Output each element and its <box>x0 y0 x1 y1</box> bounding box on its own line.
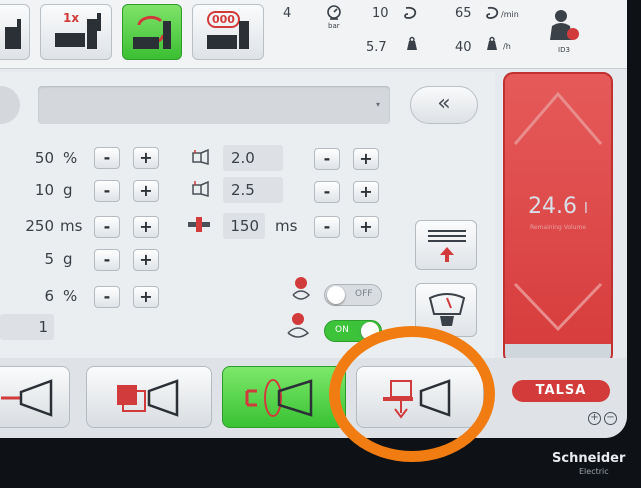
manufacturer-logo: Schneider <box>552 451 626 466</box>
increment-button[interactable]: + <box>133 147 159 169</box>
param-value[interactable]: 1 <box>0 314 54 340</box>
nozzle-pressure-icon <box>192 148 209 165</box>
decrement-button[interactable]: - <box>94 286 120 308</box>
single-cycle-icon <box>55 13 101 49</box>
gauge-readout: 24.6 l <box>505 194 611 219</box>
speed-value: 65 <box>455 6 472 21</box>
double-chevron-left-icon: « <box>437 91 451 116</box>
stop-valve-icon <box>292 277 311 300</box>
decrement-button[interactable]: - <box>314 148 340 170</box>
user-id: ID3 <box>558 46 570 54</box>
param-value[interactable]: 50 <box>14 145 54 171</box>
speed-cycle-icon <box>486 6 499 19</box>
manufacturer-sublogo: Electric <box>579 467 609 476</box>
raise-button[interactable] <box>415 220 477 270</box>
nozzle-flow-icon <box>192 180 209 197</box>
param-unit: % <box>63 287 78 305</box>
collapse-panel-button[interactable]: « <box>410 86 478 124</box>
decrement-button[interactable]: - <box>314 216 340 238</box>
valve-time-unit: ms <box>275 217 298 235</box>
stop-valve-toggle[interactable]: OFF <box>324 284 382 306</box>
increment-button[interactable]: + <box>133 180 159 202</box>
cycle-count-value: 10 <box>372 6 389 21</box>
cycle-time-value: 5.7 <box>366 40 387 55</box>
toggle-state-label: ON <box>335 325 349 335</box>
decrement-button[interactable]: - <box>94 249 120 271</box>
zoom-in-icon[interactable]: + <box>588 412 601 425</box>
decrement-button[interactable]: - <box>94 147 120 169</box>
param-value[interactable]: 6 <box>14 283 54 309</box>
top-toolbar: 1x 000 4 bar 10 5.7 65 /min 40 /h ID3 <box>0 0 627 69</box>
brand-logo: TALSA <box>512 380 610 402</box>
increment-button[interactable]: + <box>133 249 159 271</box>
speed-unit: /min <box>501 10 519 19</box>
increment-button[interactable]: + <box>353 148 379 170</box>
param-unit: g <box>63 250 73 268</box>
gauge-value: 24.6 <box>528 194 578 219</box>
machine-icon <box>5 19 21 49</box>
decrement-button[interactable]: - <box>94 180 120 202</box>
rate-unit: /h <box>503 42 511 51</box>
touch-screen: 1x 000 4 bar 10 5.7 65 /min 40 /h ID3 ▾ … <box>0 0 627 438</box>
valve-time-value[interactable]: 150 <box>223 213 265 239</box>
auto-cycle-icon <box>133 15 171 49</box>
pressure-value: 4 <box>283 6 292 21</box>
pressure-gauge-icon <box>327 5 341 20</box>
increment-button[interactable]: + <box>353 216 379 238</box>
fill-nozzle-button[interactable] <box>86 366 212 428</box>
auto-cycle-button[interactable] <box>122 4 182 60</box>
gauge-unit: l <box>584 201 588 217</box>
param-value[interactable]: 10 <box>14 177 54 203</box>
rate-value: 40 <box>455 40 472 55</box>
weight-icon <box>407 36 417 50</box>
param-unit: % <box>63 149 78 167</box>
zoom-out-icon[interactable]: − <box>604 412 617 425</box>
decrement-button[interactable]: - <box>94 216 120 238</box>
increment-button[interactable]: + <box>133 286 159 308</box>
valve-timing-icon <box>188 217 210 232</box>
raise-icon <box>428 230 466 262</box>
mode-button[interactable] <box>0 4 30 60</box>
volume-gauge: 24.6 l Remaining Volume <box>503 72 613 364</box>
stop-rotate-icon <box>287 313 310 338</box>
param-unit: g <box>63 181 73 199</box>
cycle-icon <box>404 6 417 19</box>
increment-button[interactable]: + <box>353 181 379 203</box>
nozzle-value-1[interactable]: 2.0 <box>223 145 283 171</box>
nozzle-icon <box>1 379 53 417</box>
single-mode-button[interactable]: 1x <box>40 4 112 60</box>
fill-nozzle-icon <box>117 379 179 417</box>
param-value[interactable]: 5 <box>14 246 54 272</box>
param-value[interactable]: 250 <box>14 213 54 239</box>
rotate-nozzle-button[interactable] <box>222 366 346 428</box>
counter-mode-button[interactable]: 000 <box>192 4 264 60</box>
toggle-state-label: OFF <box>355 289 373 299</box>
chevron-down-icon: ▾ <box>375 100 380 109</box>
nozzle-view-button[interactable] <box>0 366 70 428</box>
gauge-caption: Remaining Volume <box>529 224 587 231</box>
pressure-unit: bar <box>328 22 340 30</box>
nozzle-value-2[interactable]: 2.5 <box>223 177 283 203</box>
increment-button[interactable]: + <box>133 216 159 238</box>
counter-cycle-icon <box>207 21 249 49</box>
user-icon[interactable] <box>548 8 580 42</box>
recipe-dropdown[interactable]: ▾ <box>38 86 390 124</box>
gauge-arrows <box>513 91 603 332</box>
param-unit: ms <box>60 217 83 235</box>
decrement-button[interactable]: - <box>314 181 340 203</box>
toggle-knob <box>327 286 345 304</box>
highlight-circle <box>329 326 495 462</box>
rate-weight-icon <box>487 36 497 50</box>
